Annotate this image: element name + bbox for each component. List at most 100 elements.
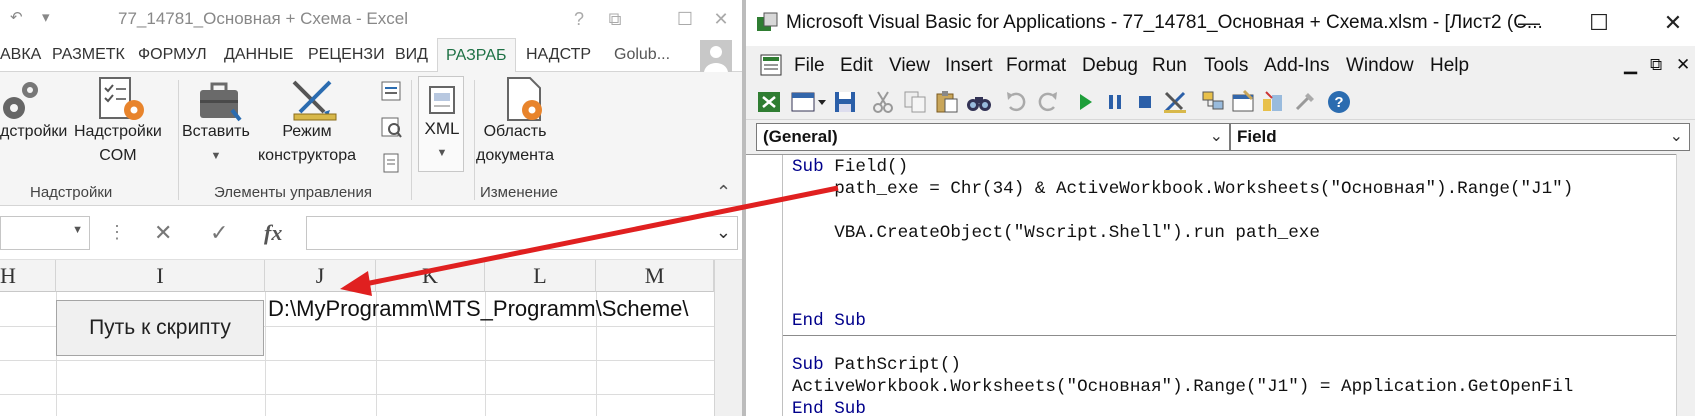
user-name[interactable]: Golub...: [614, 38, 670, 72]
menu-edit[interactable]: Edit: [840, 55, 873, 77]
maximize-icon[interactable]: ☐: [672, 6, 698, 32]
grid-line: [0, 394, 714, 395]
chevron-down-icon[interactable]: ▼: [72, 224, 83, 236]
tab-formulas[interactable]: ФОРМУЛ: [138, 38, 207, 72]
object-combo[interactable]: (General) ⌄: [756, 123, 1230, 151]
module-icon[interactable]: [760, 54, 782, 76]
help-icon[interactable]: ?: [1326, 89, 1352, 115]
formula-input[interactable]: ⌄: [306, 216, 738, 250]
tab-view[interactable]: ВИД: [395, 38, 428, 72]
column-header-h[interactable]: H: [0, 260, 56, 292]
undo-icon[interactable]: [1004, 89, 1030, 115]
object-combo-value: (General): [763, 127, 838, 146]
code-keyword: Sub: [792, 157, 824, 177]
tab-insert[interactable]: АВКА: [0, 38, 41, 72]
excel-window: ↶ ▾ 77_14781_Основная + Схема - Excel ? …: [0, 0, 742, 416]
menu-run[interactable]: Run: [1152, 55, 1187, 77]
mdi-minimize-icon[interactable]: ▁: [1624, 55, 1637, 75]
ribbon-separator: [411, 80, 412, 200]
cancel-icon[interactable]: ✕: [154, 220, 172, 246]
tab-page-layout[interactable]: РАЗМЕТК: [52, 38, 125, 72]
minimize-icon[interactable]: —: [1514, 8, 1544, 38]
document-panel-button[interactable]: Область документа: [476, 120, 554, 168]
column-header-j[interactable]: J: [265, 260, 376, 292]
close-icon[interactable]: ✕: [708, 6, 734, 32]
save-icon[interactable]: [832, 89, 858, 115]
com-addins-button[interactable]: Надстройки COM: [74, 120, 162, 168]
com-addins-label-1: Надстройки: [74, 123, 162, 140]
run-dialog-icon[interactable]: [380, 152, 402, 179]
project-explorer-icon[interactable]: [1200, 89, 1226, 115]
view-code-icon[interactable]: [380, 116, 402, 143]
menu-addins[interactable]: Add-Ins: [1264, 55, 1329, 77]
properties-icon[interactable]: [380, 80, 402, 107]
code-editor[interactable]: Sub Field() path_exe = Chr(34) & ActiveW…: [746, 154, 1676, 416]
column-header-m[interactable]: M: [596, 260, 714, 292]
menu-insert[interactable]: Insert: [945, 55, 993, 77]
name-box[interactable]: ▼: [0, 216, 90, 250]
procedure-combo[interactable]: Field ⌄: [1230, 123, 1690, 151]
path-to-script-button[interactable]: Путь к скрипту: [56, 300, 264, 356]
qat-customize-icon[interactable]: ▾: [42, 8, 50, 26]
insert-control-button[interactable]: Вставить ▼: [182, 120, 250, 168]
tab-review[interactable]: РЕЦЕНЗИ: [308, 38, 385, 72]
ribbon-display-icon[interactable]: ⧉: [602, 6, 628, 32]
copy-icon[interactable]: [902, 89, 928, 115]
mdi-close-icon[interactable]: ✕: [1676, 55, 1690, 75]
design-mode-label-2: конструктора: [258, 147, 356, 164]
redo-icon[interactable]: [1034, 89, 1060, 115]
tab-data[interactable]: ДАННЫЕ: [224, 38, 293, 72]
formula-bar: ▼ ⋮ ✕ ✓ fx ⌄: [0, 206, 742, 260]
menu-window[interactable]: Window: [1346, 55, 1414, 77]
stop-icon[interactable]: [1132, 89, 1158, 115]
vbe-title-bar: Microsoft Visual Basic for Applications …: [746, 0, 1695, 46]
menu-file[interactable]: File: [794, 55, 825, 77]
code-line: VBA.CreateObject("Wscript.Shell").run pa…: [792, 223, 1320, 243]
menu-debug[interactable]: Debug: [1082, 55, 1138, 77]
avatar[interactable]: [700, 40, 732, 72]
grid-line: [0, 360, 714, 361]
find-icon[interactable]: [966, 89, 992, 115]
tab-developer[interactable]: РАЗРАБ: [437, 38, 516, 73]
enter-icon[interactable]: ✓: [210, 220, 228, 246]
menu-tools[interactable]: Tools: [1204, 55, 1248, 77]
collapse-ribbon-icon[interactable]: ⌃: [716, 182, 731, 203]
column-header-i[interactable]: I: [56, 260, 265, 292]
pause-icon[interactable]: [1102, 89, 1128, 115]
code-line: End Sub: [792, 311, 866, 331]
xml-button[interactable]: XML ▼: [418, 76, 464, 172]
column-header-l[interactable]: L: [485, 260, 596, 292]
close-icon[interactable]: ✕: [1658, 8, 1688, 38]
excel-view-icon[interactable]: [756, 89, 782, 115]
object-browser-icon[interactable]: [1260, 89, 1286, 115]
design-mode-icon[interactable]: [1162, 89, 1188, 115]
code-window-combos: (General) ⌄ Field ⌄: [746, 120, 1695, 154]
chevron-down-icon[interactable]: ⌄: [716, 222, 731, 243]
maximize-icon[interactable]: ☐: [1584, 8, 1614, 38]
insert-userform-icon[interactable]: [790, 89, 826, 115]
chevron-down-icon: ▼: [210, 150, 222, 162]
procedure-combo-value: Field: [1237, 127, 1277, 146]
cell-j1-value[interactable]: D:\MyProgramm\MTS_Programm\Scheme\: [268, 296, 689, 322]
toolbox-icon[interactable]: [1292, 89, 1318, 115]
column-header-k[interactable]: K: [376, 260, 485, 292]
help-icon[interactable]: ?: [566, 6, 592, 32]
undo-icon[interactable]: ↶: [10, 8, 23, 26]
insert-function-icon[interactable]: fx: [264, 220, 282, 246]
paste-icon[interactable]: [934, 89, 960, 115]
tab-addins[interactable]: НАДСТР: [526, 38, 591, 72]
addins-button[interactable]: дстройки: [0, 120, 67, 144]
run-icon[interactable]: [1072, 89, 1098, 115]
vbe-toolbar: ?: [746, 84, 1695, 120]
menu-help[interactable]: Help: [1430, 55, 1469, 77]
design-mode-button[interactable]: Режим конструктора: [258, 120, 356, 168]
code-line: Sub Field(): [792, 157, 908, 177]
mdi-restore-icon[interactable]: ⧉: [1650, 55, 1662, 75]
menu-view[interactable]: View: [889, 55, 930, 77]
sheet-scrollbar[interactable]: [714, 260, 742, 416]
properties-window-icon[interactable]: [1230, 89, 1256, 115]
cut-icon[interactable]: [870, 89, 896, 115]
code-scrollbar[interactable]: [1676, 154, 1695, 416]
document-panel-label-1: Область: [483, 123, 547, 140]
menu-format[interactable]: Format: [1006, 55, 1066, 77]
